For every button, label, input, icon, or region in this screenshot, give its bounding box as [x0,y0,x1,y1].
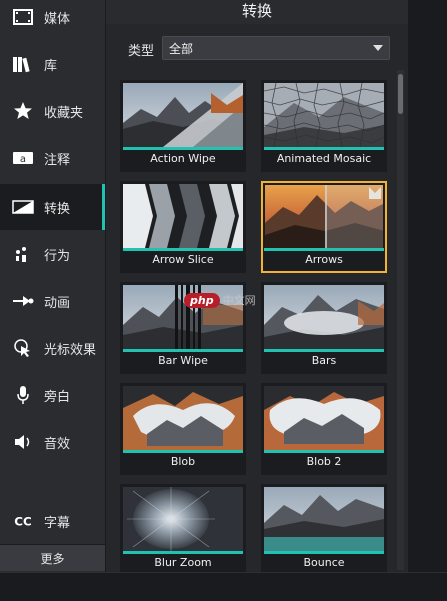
transition-tile[interactable]: Blob [120,383,246,475]
cc-icon: CC [12,510,34,532]
sidebar-item-label: 库 [44,58,58,74]
transition-thumbnail [123,487,243,551]
star-icon [12,100,34,122]
sidebar-item-library[interactable]: 库 [0,41,105,87]
sidebar-item-label: 字幕 [44,515,71,531]
transition-thumbnail [123,184,243,248]
sidebar-item-label: 转换 [44,201,71,217]
filter-label: 类型 [128,44,155,59]
tile-accent-bar [264,551,384,554]
transition-grid: Action Wipe Animated Mosaic Arrow Slice … [106,72,398,572]
sidebar-item-cursor-effects[interactable]: 光标效果 [0,325,105,371]
tile-accent-bar [123,551,243,554]
panel-title: 转换 [106,0,408,24]
filter-value: 全部 [169,42,194,56]
speaker-icon [12,431,34,453]
sidebar-item-label: 行为 [44,248,71,264]
sidebar: 媒体 库 收藏夹 a 注释 转换 行为 动画 光标效果 旁白 音效 CC 字幕 … [0,0,106,572]
tile-accent-bar [264,349,384,352]
sidebar-item-label: 收藏夹 [44,105,84,121]
more-button[interactable]: 更多 [0,544,105,571]
transition-thumbnail [264,487,384,551]
sidebar-item-label: 音效 [44,436,71,452]
transition-thumbnail [264,83,384,147]
tile-accent-bar [123,349,243,352]
sidebar-item-annotations[interactable]: a 注释 [0,135,105,181]
transition-thumbnail [123,83,243,147]
library-icon [12,53,34,75]
tile-accent-bar [123,147,243,150]
transitions-panel: 转换 类型 全部 Action Wipe Animated Mosaic Arr… [106,0,408,572]
sidebar-item-behaviors[interactable]: 行为 [0,231,105,277]
transition-thumbnail [123,386,243,450]
transition-name: Arrows [305,253,343,266]
transition-thumbnail [264,285,384,349]
sidebar-item-animations[interactable]: 动画 [0,278,105,324]
filter-row: 类型 全部 [106,34,408,62]
sidebar-item-media[interactable]: 媒体 [0,0,105,40]
transition-tile[interactable]: Action Wipe [120,80,246,172]
transition-tile[interactable]: Arrows [261,181,387,273]
transition-name: Blob 2 [306,455,342,468]
sidebar-item-captions[interactable]: CC 字幕 [0,498,105,544]
tile-accent-bar [123,248,243,251]
tile-accent-bar [264,147,384,150]
transition-name: Bar Wipe [158,354,208,367]
transition-tile[interactable]: Animated Mosaic [261,80,387,172]
transition-icon [12,196,34,218]
transition-tile[interactable]: Bars [261,282,387,374]
svg-text:a: a [20,154,26,165]
sidebar-item-voice-narration[interactable]: 旁白 [0,372,105,418]
tile-accent-bar [264,450,384,453]
chevron-down-icon [373,45,383,51]
watermark-text: 中文网 [222,294,256,307]
type-filter-dropdown[interactable]: 全部 [162,36,390,60]
transition-name: Blob [170,455,196,468]
sidebar-item-label: 媒体 [44,11,71,27]
sidebar-item-label: 旁白 [44,389,71,405]
transition-name: Blur Zoom [154,556,212,569]
bottom-strip [0,572,447,601]
sidebar-item-label: 光标效果 [44,342,97,358]
behavior-icon [12,243,34,265]
sidebar-item-label: 动画 [44,295,71,311]
transition-name: Arrow Slice [152,253,214,266]
transition-tile[interactable]: Blob 2 [261,383,387,475]
transition-thumbnail [265,185,383,249]
transition-name: Bars [311,354,337,367]
transition-name: Action Wipe [150,152,216,165]
right-gutter [408,0,447,572]
microphone-icon [12,384,34,406]
sidebar-item-audio-effects[interactable]: 音效 [0,419,105,465]
transition-name: Animated Mosaic [276,152,372,165]
tile-accent-bar [123,450,243,453]
sidebar-item-label: 注释 [44,152,71,168]
transition-tile[interactable]: Arrow Slice [120,181,246,273]
sidebar-item-favorites[interactable]: 收藏夹 [0,88,105,134]
film-icon [12,6,34,28]
annotation-icon: a [12,147,34,169]
transition-tile[interactable]: Blur Zoom [120,484,246,572]
animation-icon [12,290,34,312]
watermark-badge: php [184,292,220,308]
transition-thumbnail [264,386,384,450]
cursor-effect-icon [12,337,34,359]
sidebar-item-transitions[interactable]: 转换 [0,184,105,230]
watermark: php 中文网 [184,292,256,308]
scrollbar-track[interactable] [397,70,404,570]
tile-accent-bar [264,248,384,251]
scrollbar-thumb[interactable] [398,74,403,114]
transition-tile[interactable]: Bounce [261,484,387,572]
transition-name: Bounce [303,556,345,569]
svg-text:CC: CC [14,515,31,528]
